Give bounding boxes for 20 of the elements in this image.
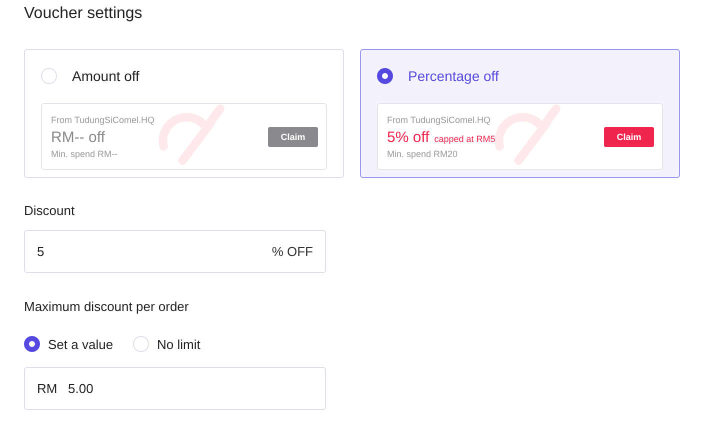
max-discount-input-field[interactable]: RM 5.00 bbox=[24, 367, 326, 410]
voucher-cap: capped at RM5 bbox=[434, 134, 496, 144]
radio-label: Set a value bbox=[48, 336, 114, 352]
section-title: Voucher settings bbox=[24, 4, 144, 24]
voucher-shop: From TudungSiComel.HQ bbox=[387, 114, 492, 124]
voucher-type-card[interactable]: Percentage off From TudungSiComel.HQ 5% off capped at RM5 Min. spend RM20 Claim bbox=[360, 49, 680, 178]
radio-label: No limit bbox=[157, 336, 200, 352]
voucher-amount: RM-- off bbox=[51, 128, 105, 146]
voucher-min-spend: Min. spend RM-- bbox=[51, 148, 119, 158]
radio-button[interactable] bbox=[377, 68, 393, 84]
voucher-type-label: Percentage off bbox=[408, 68, 499, 84]
voucher-amount: 5% off bbox=[387, 128, 430, 146]
voucher-shop: From TudungSiComel.HQ bbox=[51, 114, 155, 124]
field-label: Maximum discount per order bbox=[24, 299, 190, 315]
claim-button[interactable]: Claim bbox=[604, 126, 654, 146]
voucher-type-label: Amount off bbox=[72, 68, 140, 84]
field-label: Discount bbox=[24, 203, 76, 219]
voucher-min-spend: Min. spend RM20 bbox=[387, 148, 459, 158]
radio-button[interactable] bbox=[24, 336, 40, 352]
discount-input-field[interactable]: 5 % OFF bbox=[24, 230, 326, 273]
